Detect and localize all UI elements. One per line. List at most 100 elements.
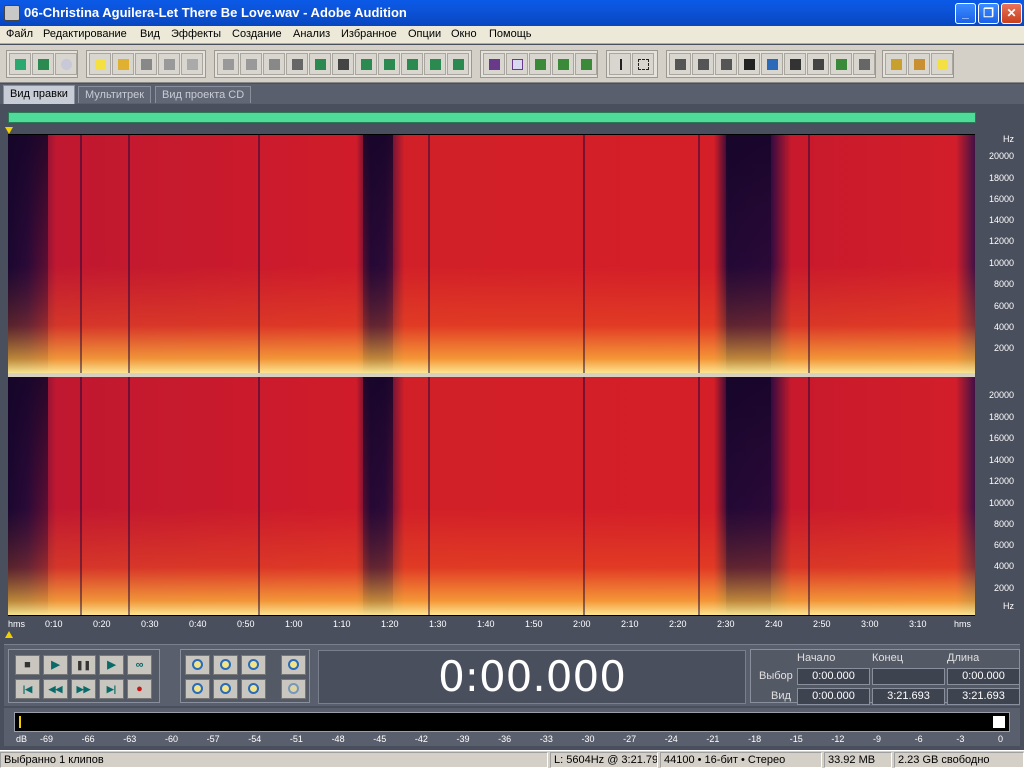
save-as-icon[interactable] <box>158 53 180 75</box>
zoom-selection-icon[interactable] <box>185 679 210 699</box>
time-ruler[interactable]: hms 0:10 0:20 0:30 0:40 0:50 1:00 1:10 1… <box>8 616 975 632</box>
spectral-icon[interactable] <box>506 53 528 75</box>
waveform-icon[interactable] <box>483 53 505 75</box>
multitrack-view-button[interactable] <box>32 53 54 75</box>
start-marker-top[interactable] <box>5 127 13 134</box>
paste-icon[interactable] <box>355 53 377 75</box>
close-button[interactable]: ✕ <box>1001 3 1022 24</box>
time-tick: 0:20 <box>93 619 111 629</box>
menu-analyze[interactable]: Анализ <box>293 28 330 40</box>
marquee-tool-icon[interactable] <box>632 53 654 75</box>
tab-edit-view[interactable]: Вид правки <box>3 85 75 104</box>
selection-start-field[interactable]: 0:00.000 <box>797 668 870 685</box>
zoom-in-vertical-icon[interactable] <box>281 655 306 675</box>
tab-cd-project[interactable]: Вид проекта CD <box>155 86 252 103</box>
rewind-button[interactable]: ◀◀ <box>43 679 68 699</box>
view-length-field[interactable]: 3:21.693 <box>947 688 1020 705</box>
overview-scrollbar[interactable] <box>8 112 976 123</box>
menu-window[interactable]: Окно <box>451 28 477 40</box>
cd-view-button[interactable] <box>55 53 77 75</box>
repeat-icon[interactable] <box>263 53 285 75</box>
spectral-phase-icon[interactable] <box>552 53 574 75</box>
redo-icon[interactable] <box>240 53 262 75</box>
go-to-end-button[interactable]: ▶| <box>99 679 124 699</box>
selection-panel-icon[interactable] <box>807 53 829 75</box>
selection-length-field[interactable]: 0:00.000 <box>947 668 1020 685</box>
save-icon[interactable] <box>135 53 157 75</box>
view-mode-group <box>6 50 78 78</box>
meter-scale-tick: dB <box>16 734 28 744</box>
zoom-left-edge-icon[interactable] <box>213 679 238 699</box>
spectral-pan-icon[interactable] <box>529 53 551 75</box>
view-end-field[interactable]: 3:21.693 <box>872 688 945 705</box>
loop-button[interactable]: ∞ <box>127 655 152 675</box>
menu-effects[interactable]: Эффекты <box>171 28 221 40</box>
help-icon[interactable] <box>931 53 953 75</box>
settings-icon[interactable] <box>885 53 907 75</box>
menu-edit[interactable]: Редактирование <box>43 28 127 40</box>
window-title: 06-Christina Aguilera-Let There Be Love.… <box>24 5 407 20</box>
zoom-in-horizontal-icon[interactable] <box>185 655 210 675</box>
view-start-field[interactable]: 0:00.000 <box>797 688 870 705</box>
zoom-full-icon[interactable] <box>241 655 266 675</box>
freq-unit: Hz <box>1003 601 1014 611</box>
menu-help[interactable]: Помощь <box>489 28 532 40</box>
start-marker-bottom[interactable] <box>5 631 13 638</box>
save-all-icon[interactable] <box>181 53 203 75</box>
time-tick: 2:40 <box>765 619 783 629</box>
copy-icon[interactable] <box>286 53 308 75</box>
mix-paste-icon[interactable] <box>401 53 423 75</box>
pause-button[interactable]: ❚❚ <box>71 655 96 675</box>
tab-multitrack[interactable]: Мультитрек <box>78 86 152 103</box>
effects-panel-icon[interactable] <box>692 53 714 75</box>
new-file-icon[interactable] <box>89 53 111 75</box>
meter-scale-tick: -30 <box>581 734 595 744</box>
spectral-pitch-icon[interactable] <box>575 53 597 75</box>
record-button[interactable]: ● <box>127 679 152 699</box>
undo-icon[interactable] <box>217 53 239 75</box>
menu-favorites[interactable]: Избранное <box>341 28 397 40</box>
time-tick: 1:40 <box>477 619 495 629</box>
open-file-icon[interactable] <box>112 53 134 75</box>
transport-panel-icon[interactable] <box>738 53 760 75</box>
app-icon[interactable] <box>4 5 20 21</box>
zoom-right-edge-icon[interactable] <box>241 679 266 699</box>
menu-generate[interactable]: Создание <box>232 28 282 40</box>
copy-new-icon[interactable] <box>309 53 331 75</box>
menu-view[interactable]: Вид <box>140 28 160 40</box>
freq-tick: 14000 <box>988 455 1014 465</box>
zoom-out-horizontal-icon[interactable] <box>213 655 238 675</box>
stop-button[interactable]: ■ <box>15 655 40 675</box>
play-button[interactable]: ▶ <box>43 655 68 675</box>
hardware-settings-icon[interactable] <box>908 53 930 75</box>
time-panel-icon[interactable] <box>784 53 806 75</box>
zoom-panel-icon[interactable] <box>761 53 783 75</box>
menu-file[interactable]: Файл <box>6 28 33 40</box>
meter-scale-tick: -69 <box>40 734 54 744</box>
go-to-start-button[interactable]: |◀ <box>15 679 40 699</box>
play-to-end-button[interactable]: ▶ <box>99 655 124 675</box>
clip-indicator[interactable] <box>993 716 1005 728</box>
level-meter-icon[interactable] <box>830 53 852 75</box>
markers-panel-icon[interactable] <box>715 53 737 75</box>
window-group <box>666 50 876 78</box>
files-panel-icon[interactable] <box>669 53 691 75</box>
edit-view-button[interactable] <box>9 53 31 75</box>
left-channel-spectrogram[interactable] <box>8 135 975 373</box>
right-channel-spectrogram[interactable] <box>8 377 975 615</box>
minimize-button[interactable]: _ <box>955 3 976 24</box>
selection-end-field[interactable] <box>872 668 945 685</box>
trim-icon[interactable] <box>424 53 446 75</box>
cut-icon[interactable] <box>332 53 354 75</box>
time-tick: 0:10 <box>45 619 63 629</box>
maximize-button[interactable]: ❐ <box>978 3 999 24</box>
zoom-out-vertical-icon[interactable] <box>281 679 306 699</box>
spectral-display[interactable] <box>8 134 975 616</box>
fast-forward-button[interactable]: ▶▶ <box>71 679 96 699</box>
time-select-tool-icon[interactable] <box>609 53 631 75</box>
paste-new-icon[interactable] <box>378 53 400 75</box>
delete-icon[interactable] <box>447 53 469 75</box>
menu-options[interactable]: Опции <box>408 28 441 40</box>
status-panel-icon[interactable] <box>853 53 875 75</box>
settings-group <box>882 50 954 78</box>
